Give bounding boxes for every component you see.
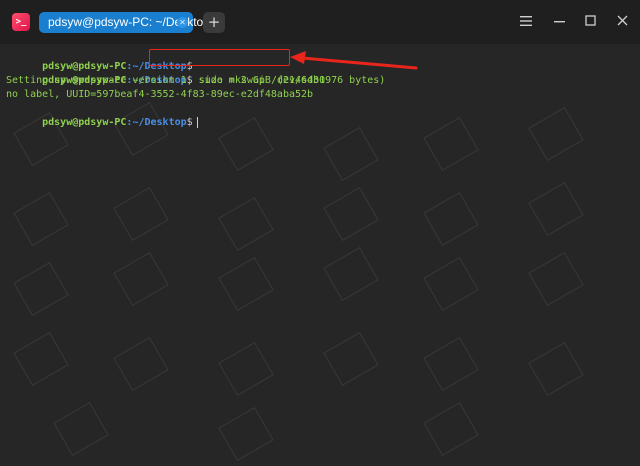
text-cursor	[196, 116, 198, 128]
tab-close-icon[interactable]: ✕	[177, 17, 188, 28]
title-bar: >_ pdsyw@pdsyw-PC: ~/Desktop ✕ +	[0, 0, 640, 44]
close-icon[interactable]	[612, 13, 632, 33]
terminal-window: >_ pdsyw@pdsyw-PC: ~/Desktop ✕ + pdsyw@p…	[0, 0, 640, 466]
prompt-user: pdsyw@pdsyw-PC	[42, 117, 127, 128]
command-highlight-box	[149, 49, 290, 66]
new-tab-button[interactable]: +	[203, 12, 225, 33]
prompt-symbol: $	[186, 117, 193, 128]
annotation-arrow-icon	[290, 51, 418, 70]
prompt-path: :~/Desktop	[126, 117, 187, 128]
terminal-output-line: no label, UUID=597beaf4-3552-4f83-89ec-e…	[6, 89, 314, 100]
minimize-icon[interactable]	[550, 13, 570, 33]
terminal-line: pdsyw@pdsyw-PC:~/Desktop$	[6, 102, 198, 144]
hamburger-menu-icon[interactable]	[516, 13, 536, 33]
maximize-icon[interactable]	[580, 13, 600, 33]
terminal-output-area[interactable]: pdsyw@pdsyw-PC:~/Desktop$ pdsyw@pdsyw-PC…	[0, 44, 640, 466]
terminal-app-icon: >_	[12, 13, 30, 31]
tab-terminal-session[interactable]: pdsyw@pdsyw-PC: ~/Desktop ✕	[39, 12, 210, 33]
terminal-output-line: Setting up swapspace version 1, size = 2…	[6, 75, 386, 86]
